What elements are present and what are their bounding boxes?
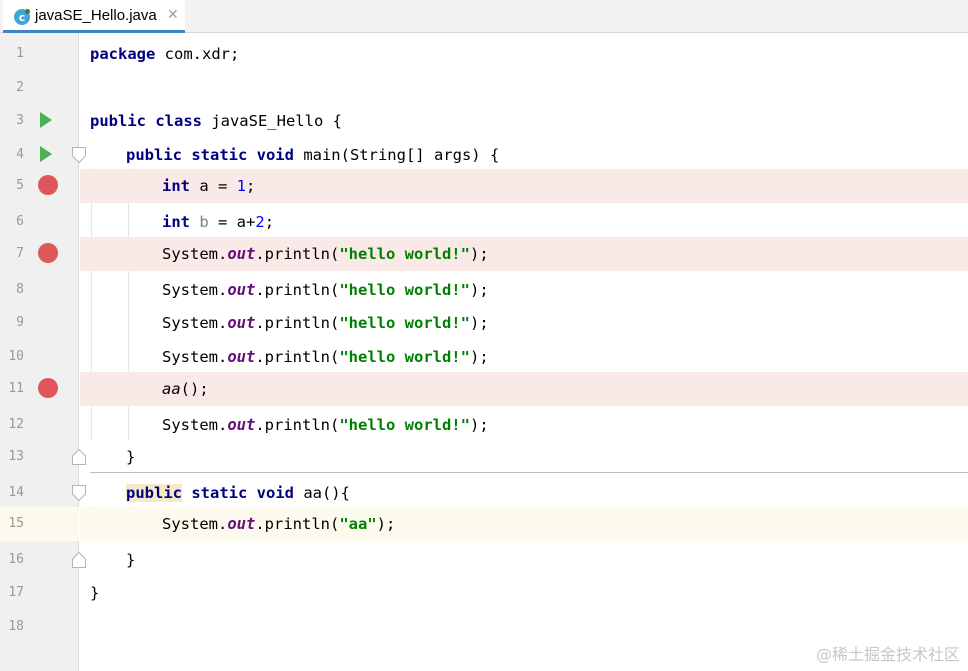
line-number: 6 [16, 214, 24, 229]
code-text: } [126, 448, 136, 466]
method-separator [90, 472, 968, 473]
code-text: int a = 1; [162, 177, 256, 195]
line-number: 15 [8, 516, 24, 531]
tab-javase-hello[interactable]: c javaSE_Hello.java ✕ [3, 0, 185, 33]
code-line[interactable]: 3 public class javaSE_Hello { [0, 104, 968, 138]
code-line[interactable]: 13 } [0, 440, 968, 474]
code-line[interactable]: 16 } [0, 543, 968, 577]
code-line[interactable]: 4 public static void main(String[] args)… [0, 138, 968, 172]
line-number: 9 [16, 315, 24, 330]
line-number: 7 [16, 246, 24, 261]
line-number: 10 [8, 349, 24, 364]
breakpoint-icon[interactable] [38, 243, 58, 263]
code-line[interactable]: 8 System.out.println("hello world!"); [0, 273, 968, 307]
code-line[interactable]: 6 int b = a+2; [0, 205, 968, 239]
line-number: 2 [16, 80, 24, 95]
line-number: 17 [8, 585, 24, 600]
fold-expand-icon[interactable] [71, 448, 87, 466]
line-number: 13 [8, 449, 24, 464]
code-line[interactable]: 2 [0, 71, 968, 105]
code-text: } [90, 584, 100, 602]
close-icon[interactable]: ✕ [167, 6, 179, 23]
code-text: public class javaSE_Hello { [90, 112, 342, 130]
code-text: int b = a+2; [162, 213, 275, 231]
code-text: public static void aa(){ [126, 484, 350, 502]
line-number: 14 [8, 485, 24, 500]
fold-collapse-icon[interactable] [71, 146, 87, 164]
code-text: System.out.println("aa"); [162, 515, 396, 533]
code-line[interactable]: 18 [0, 610, 968, 644]
breakpoint-icon[interactable] [38, 175, 58, 195]
run-icon[interactable] [39, 145, 53, 163]
line-number: 1 [16, 46, 24, 61]
line-number: 18 [8, 619, 24, 634]
code-line[interactable]: 1 package com.xdr; [0, 37, 968, 71]
line-number: 12 [8, 417, 24, 432]
code-line[interactable]: 12 System.out.println("hello world!"); [0, 408, 968, 442]
code-line[interactable]: 9 System.out.println("hello world!"); [0, 306, 968, 340]
code-text: System.out.println("hello world!"); [162, 281, 489, 299]
tab-label: javaSE_Hello.java [35, 7, 157, 24]
editor-tab-bar: c javaSE_Hello.java ✕ [0, 0, 968, 33]
code-text: System.out.println("hello world!"); [162, 348, 489, 366]
code-text: System.out.println("hello world!"); [162, 314, 489, 332]
line-number: 8 [16, 282, 24, 297]
code-line[interactable]: 14 public static void aa(){ [0, 476, 968, 510]
watermark: @稀土掘金技术社区 [815, 645, 960, 664]
code-text: aa(); [162, 380, 209, 398]
code-text: } [126, 551, 136, 569]
code-line-breakpoint[interactable]: 5 int a = 1; [0, 169, 968, 203]
line-number: 3 [16, 113, 24, 128]
code-text: System.out.println("hello world!"); [162, 416, 489, 434]
breakpoint-icon[interactable] [38, 378, 58, 398]
fold-expand-icon[interactable] [71, 551, 87, 569]
svg-text:c: c [19, 11, 26, 24]
code-line-current[interactable]: 15 System.out.println("aa"); [0, 507, 968, 541]
code-line-breakpoint[interactable]: 7 System.out.println("hello world!"); [0, 237, 968, 271]
fold-collapse-icon[interactable] [71, 484, 87, 502]
line-number: 5 [16, 178, 24, 193]
line-number: 4 [16, 147, 24, 162]
line-number: 11 [8, 381, 24, 396]
code-text: package com.xdr; [90, 45, 240, 63]
line-number: 16 [8, 552, 24, 567]
code-text: public static void main(String[] args) { [126, 146, 500, 164]
breakpoint-line-highlight [80, 372, 968, 406]
code-line[interactable]: 10 System.out.println("hello world!"); [0, 340, 968, 374]
code-line-breakpoint[interactable]: 11 aa(); [0, 372, 968, 406]
run-icon[interactable] [39, 111, 53, 129]
code-line[interactable]: 17 } [0, 576, 968, 610]
java-class-icon: c [14, 9, 30, 25]
code-text: System.out.println("hello world!"); [162, 245, 489, 263]
